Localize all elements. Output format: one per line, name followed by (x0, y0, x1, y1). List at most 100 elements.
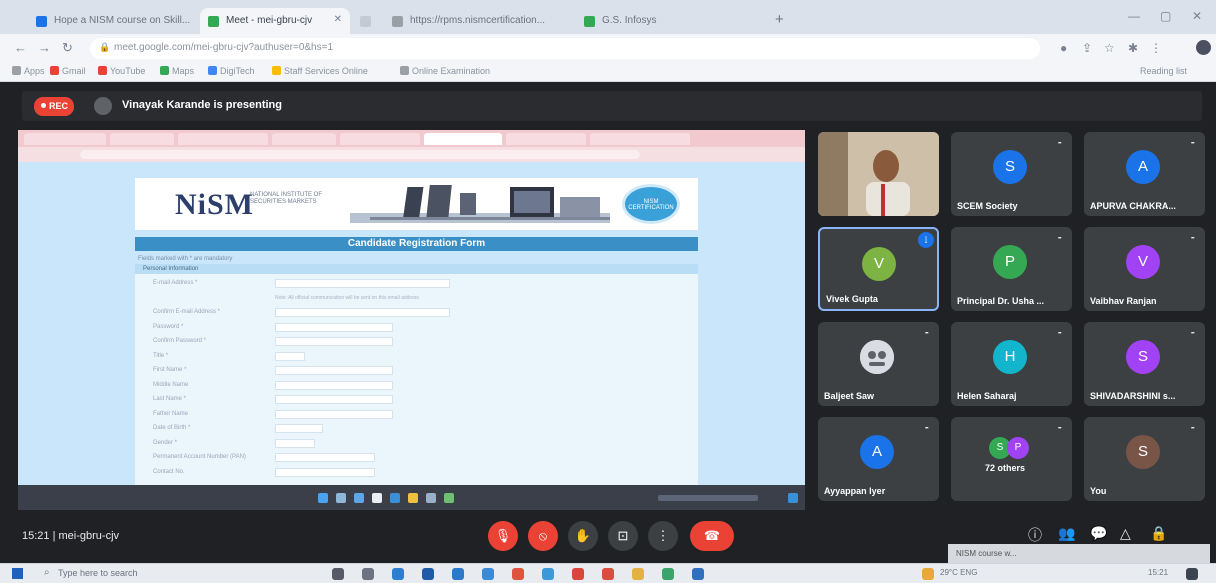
edge-icon[interactable] (392, 568, 404, 580)
participant-tile[interactable] (818, 132, 939, 216)
store-icon[interactable] (422, 568, 434, 580)
form-input[interactable] (275, 409, 393, 419)
form-row: Title * (135, 351, 698, 363)
notifications-icon[interactable] (1186, 568, 1198, 580)
participant-tile[interactable]: A ⁃ APURVA CHAKRA... (1084, 132, 1205, 216)
app-icon[interactable] (602, 568, 614, 580)
participant-name: 72 others (985, 463, 1026, 473)
cortana-icon[interactable] (332, 568, 344, 580)
participant-tile[interactable]: H ⁃ Helen Saharaj (951, 322, 1072, 406)
participant-tile[interactable]: S ⁃ SCEM Society (951, 132, 1072, 216)
participant-tile[interactable]: P ⁃ Principal Dr. Usha ... (951, 227, 1072, 311)
bookmark-digitech[interactable]: DigiTech (208, 66, 255, 76)
info-icon[interactable]: ⓘ (1028, 525, 1042, 545)
forward-icon[interactable]: → (38, 40, 51, 55)
form-input[interactable] (275, 467, 375, 477)
taskview-icon[interactable] (362, 568, 374, 580)
form-input[interactable] (275, 424, 323, 433)
reading-list[interactable]: Reading list (1140, 66, 1187, 76)
form-input[interactable] (275, 279, 450, 288)
chrome-icon[interactable] (512, 568, 524, 580)
extensions-icon[interactable]: ✱ (1128, 41, 1138, 55)
participant-tile[interactable]: S ⁃ SHIVADARSHINI s... (1084, 322, 1205, 406)
camera-icon[interactable]: ● (1060, 41, 1067, 55)
app-icon[interactable] (692, 568, 704, 580)
bookmark-exam[interactable]: Online Examination (400, 66, 490, 76)
windows-start-icon[interactable] (12, 568, 23, 579)
camera-off-button[interactable]: ⦸ (528, 521, 558, 551)
field-hint: Note: All official communication will be… (275, 294, 419, 301)
computers-banner (350, 185, 610, 223)
leave-call-button[interactable]: ☎ (690, 521, 734, 551)
browser-tab-5[interactable]: G.S. Infosys (576, 8, 766, 34)
shared-taskbar (18, 485, 805, 510)
maximize-icon[interactable]: ▢ (1160, 9, 1171, 23)
star-icon[interactable]: ☆ (1104, 41, 1115, 55)
participant-tile[interactable]: V ⁃ Vaibhav Ranjan (1084, 227, 1205, 311)
app-icon[interactable] (632, 568, 644, 580)
form-input[interactable] (275, 337, 393, 346)
form-input[interactable] (275, 351, 305, 361)
form-input[interactable] (275, 366, 393, 375)
form-input[interactable] (275, 438, 315, 448)
meet-favicon (208, 16, 219, 27)
form-input[interactable] (275, 308, 450, 317)
browser-chrome: Hope a NISM course on Skill... Meet - me… (0, 0, 1216, 82)
minimize-icon[interactable]: — (1128, 9, 1140, 23)
back-icon[interactable]: ← (14, 40, 27, 55)
app-icon[interactable] (662, 568, 674, 580)
field-label: Permanent Account Number (PAN) (153, 454, 246, 460)
participant-avatar: P (993, 245, 1027, 279)
files-icon[interactable] (482, 568, 494, 580)
more-options-button[interactable]: ⋮ (648, 521, 678, 551)
mic-muted-icon: ⁃ (1057, 138, 1063, 148)
browser-tab-meet[interactable]: Meet - mei-gbru-cjv ✕ (200, 8, 350, 34)
present-button[interactable]: ⊡ (608, 521, 638, 551)
app-icon[interactable] (542, 568, 554, 580)
form-input[interactable] (275, 380, 393, 390)
participant-tile[interactable]: A ⁃ Ayyappan Iyer (818, 417, 939, 501)
bookmark-staff[interactable]: Staff Services Online (272, 66, 368, 76)
activities-icon[interactable]: △ (1120, 525, 1131, 542)
form-input[interactable] (275, 453, 375, 462)
mic-muted-icon: ⁃ (924, 423, 930, 433)
new-tab-icon[interactable]: + (775, 11, 784, 28)
bookmark-maps[interactable]: Maps (160, 66, 194, 76)
host-controls-icon[interactable]: 🔒 (1150, 525, 1167, 542)
taskbar-clock[interactable]: 15:21 (1148, 568, 1168, 577)
tab-label: https://rpms.nismcertification... (410, 15, 546, 26)
bookmark-youtube[interactable]: YouTube (98, 66, 145, 76)
mail-icon[interactable] (452, 568, 464, 580)
field-label: Date of Birth * (153, 425, 191, 431)
participant-tile[interactable]: S P ⁃ 72 others (951, 417, 1072, 501)
participant-avatar: A (860, 435, 894, 469)
presenting-bar: REC Vinayak Karande is presenting (22, 91, 1202, 121)
share-icon[interactable]: ⇪ (1082, 41, 1092, 55)
system-tray[interactable]: 29°C ENG (940, 568, 977, 577)
address-bar[interactable]: 🔒 meet.google.com/mei-gbru-cjv?authuser=… (90, 38, 1040, 59)
recording-badge: REC (34, 97, 74, 116)
window-close-icon[interactable]: ✕ (1192, 9, 1202, 23)
mic-off-button[interactable]: 🎙 (488, 521, 518, 551)
bookmark-gmail[interactable]: Gmail (50, 66, 86, 76)
browser-tab-3[interactable] (352, 8, 388, 34)
participant-tile[interactable]: ⁃ Baljeet Saw (818, 322, 939, 406)
browser-tab-1[interactable]: Hope a NISM course on Skill... (28, 8, 198, 34)
close-icon[interactable]: ✕ (334, 14, 342, 25)
reload-icon[interactable]: ↻ (62, 40, 73, 56)
menu-icon[interactable]: ⋮ (1150, 41, 1162, 55)
raise-hand-button[interactable]: ✋ (568, 521, 598, 551)
participant-tile[interactable]: S ⁃ You (1084, 417, 1205, 501)
form-input[interactable] (275, 322, 393, 332)
bookmark-apps[interactable]: Apps (12, 66, 45, 76)
profile-avatar[interactable] (1196, 40, 1211, 55)
taskbar-search[interactable]: ⌕ Type here to search (42, 566, 242, 581)
app-icon[interactable] (572, 568, 584, 580)
participant-tile[interactable]: V ⦙ Vivek Gupta (818, 227, 939, 311)
people-icon[interactable]: 👥 (1058, 525, 1075, 542)
chat-icon[interactable]: 💬 (1090, 525, 1107, 542)
weather-icon[interactable] (922, 568, 934, 580)
form-input[interactable] (275, 395, 393, 404)
participant-name: Vaibhav Ranjan (1090, 296, 1157, 306)
browser-tab-4[interactable]: https://rpms.nismcertification... (384, 8, 574, 34)
